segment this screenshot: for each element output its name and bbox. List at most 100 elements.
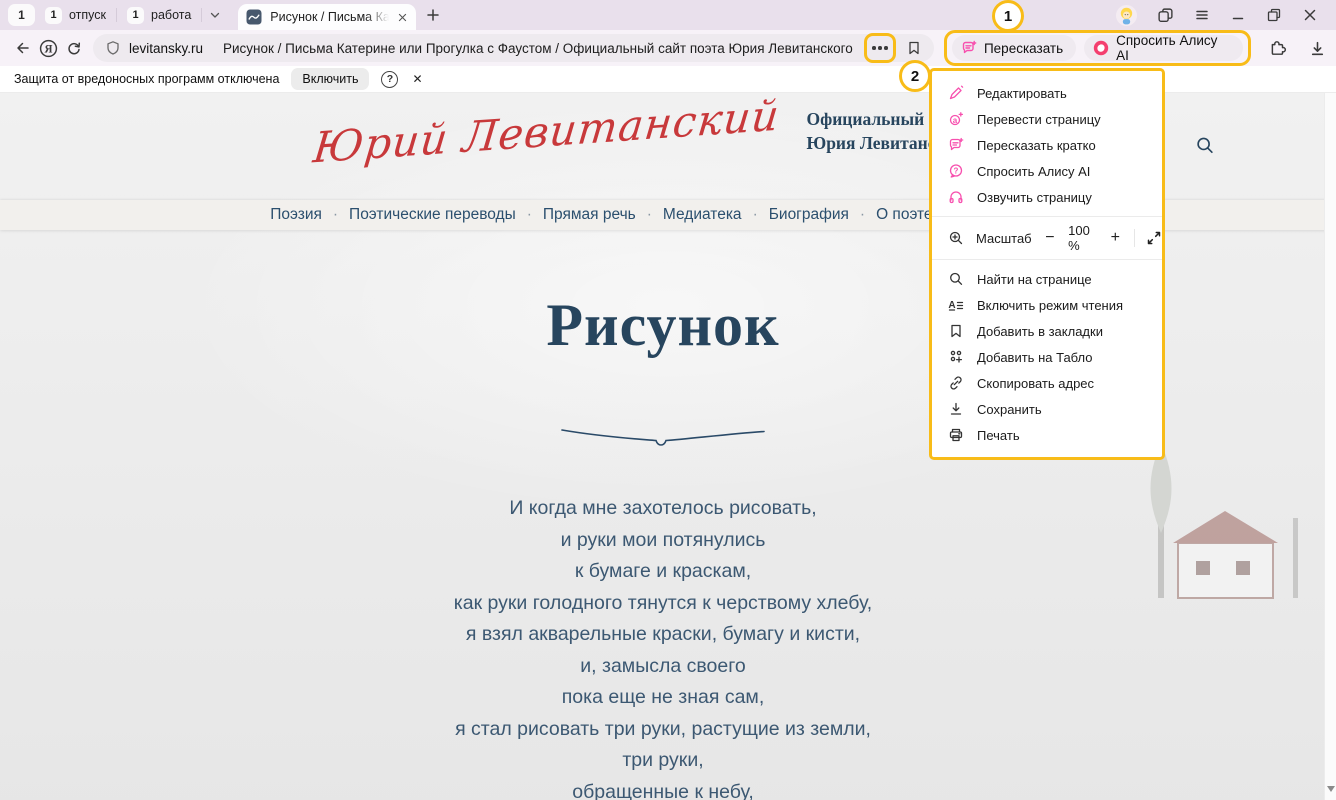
menu-separator — [932, 259, 1162, 260]
poem-line: и руки мои потянулись — [0, 525, 1326, 557]
tab-group-rabota[interactable]: 1 работа — [117, 4, 201, 26]
yandex-home-button[interactable]: Я — [36, 35, 62, 61]
site-security-shield-icon[interactable] — [105, 40, 121, 56]
poem-text: И когда мне захотелось рисовать, и руки … — [0, 493, 1326, 800]
refresh-icon — [66, 40, 82, 56]
search-icon — [1194, 135, 1216, 157]
zoom-icon — [948, 230, 964, 246]
summarize-chat-icon — [961, 40, 977, 56]
zoom-out-button[interactable]: − — [1044, 229, 1057, 247]
tablo-grid-icon — [948, 349, 964, 365]
tab-strip: 1 1 отпуск 1 работа Рисунок / Письма Кат… — [0, 0, 1336, 30]
svg-text:а: а — [953, 116, 958, 125]
active-tab-title: Рисунок / Письма Кате — [270, 10, 389, 24]
enable-protection-button[interactable]: Включить — [291, 68, 369, 90]
back-button[interactable] — [10, 35, 36, 61]
divider — [1134, 229, 1135, 247]
help-icon[interactable]: ? — [381, 71, 398, 88]
menu-item-read-aloud[interactable]: Озвучить страницу — [932, 184, 1162, 210]
address-bar[interactable]: levitansky.ru Рисунок / Письма Катерине … — [93, 34, 934, 62]
tab-group-label: отпуск — [69, 8, 106, 22]
save-download-icon — [948, 401, 964, 417]
menu-item-add-to-tablo[interactable]: Добавить на Табло — [932, 344, 1162, 370]
more-dots-icon — [872, 46, 888, 50]
summarize-label: Пересказать — [984, 41, 1063, 56]
tab-close-icon[interactable] — [397, 12, 408, 23]
browser-menu-icon[interactable] — [1194, 7, 1210, 23]
ask-alice-button[interactable]: Спросить Алису AI — [1084, 35, 1243, 61]
warning-text: Защита от вредоносных программ отключена — [14, 72, 279, 86]
poem-line: обращенные к небу, — [0, 777, 1326, 800]
warning-close-icon[interactable]: ✕ — [412, 72, 422, 86]
plus-icon — [425, 7, 441, 23]
menu-item-summarize-briefly[interactable]: Пересказать кратко — [932, 132, 1162, 158]
translate-icon: а — [948, 111, 964, 127]
page-scrollbar[interactable] — [1324, 93, 1336, 800]
callout-annotation-2: 2 — [899, 60, 931, 92]
scroll-down-arrow-icon[interactable] — [1327, 786, 1335, 792]
zoom-level-value: 100 % — [1068, 223, 1097, 253]
nav-item-poeziya[interactable]: Поэзия — [270, 206, 322, 224]
poem-line: я стал рисовать три руки, растущие из зе… — [0, 714, 1326, 746]
menu-item-copy-address[interactable]: Скопировать адрес — [932, 370, 1162, 396]
nav-item-o-poete[interactable]: О поэте — [876, 206, 933, 224]
new-tab-button[interactable] — [420, 2, 446, 28]
site-favicon — [246, 9, 262, 25]
poem-line: И когда мне захотелось рисовать, — [0, 493, 1326, 525]
menu-item-edit[interactable]: Редактировать — [932, 80, 1162, 106]
window-close-icon[interactable] — [1302, 7, 1318, 23]
reader-mode-icon: A — [948, 297, 964, 313]
copy-link-icon — [948, 375, 964, 391]
summarize-button[interactable]: Пересказать — [952, 35, 1076, 61]
poem-line: пока еще не зная сам, — [0, 682, 1326, 714]
summarize-chat-icon — [948, 137, 964, 153]
pinned-tab-chip[interactable]: 1 — [8, 4, 35, 26]
chevron-down-icon — [207, 7, 223, 23]
refresh-button[interactable] — [61, 35, 87, 61]
page-actions-more-button[interactable] — [864, 33, 896, 63]
edit-pencil-icon — [948, 85, 964, 101]
extensions-icon[interactable] — [1269, 39, 1287, 57]
ai-buttons-highlight-group: Пересказать Спросить Алису AI — [944, 30, 1251, 66]
url-page-title: Рисунок / Письма Катерине или Прогулка с… — [223, 41, 853, 56]
fullscreen-icon[interactable] — [1146, 230, 1162, 246]
menu-item-reader-mode[interactable]: A Включить режим чтения — [932, 292, 1162, 318]
ask-alice-chat-icon: ? — [948, 163, 964, 179]
tab-group-count: 1 — [127, 7, 144, 24]
tab-groups-dropdown-button[interactable] — [202, 4, 228, 26]
nav-item-biografiya[interactable]: Биография — [769, 206, 849, 224]
url-host[interactable]: levitansky.ru — [129, 41, 203, 56]
svg-text:Я: Я — [44, 43, 52, 55]
tab-group-count: 1 — [45, 7, 62, 24]
menu-item-find-on-page[interactable]: Найти на странице — [932, 266, 1162, 292]
site-logo-signature[interactable]: Юрий Левитанский — [311, 93, 782, 173]
back-arrow-icon — [15, 40, 31, 56]
profile-avatar[interactable] — [1116, 5, 1137, 26]
add-bookmark-icon[interactable] — [906, 40, 922, 56]
active-tab[interactable]: Рисунок / Письма Кате — [238, 4, 416, 30]
headphones-icon — [948, 189, 964, 205]
site-search-button[interactable] — [1194, 135, 1216, 162]
tab-group-otpusk[interactable]: 1 отпуск — [35, 4, 116, 26]
alice-logo-icon — [1093, 40, 1109, 56]
nav-item-mediateka[interactable]: Медиатека — [663, 206, 742, 224]
window-minimize-icon[interactable] — [1230, 7, 1246, 23]
menu-item-ask-alice[interactable]: ? Спросить Алису AI — [932, 158, 1162, 184]
svg-text:?: ? — [954, 166, 959, 175]
menu-item-translate-page[interactable]: а Перевести страницу — [932, 106, 1162, 132]
menu-item-add-bookmark[interactable]: Добавить в закладки — [932, 318, 1162, 344]
print-icon — [948, 427, 964, 443]
downloads-icon[interactable] — [1309, 40, 1326, 57]
menu-item-print[interactable]: Печать — [932, 422, 1162, 448]
nav-item-perevody[interactable]: Поэтические переводы — [349, 206, 516, 224]
nav-item-pryamaya-rech[interactable]: Прямая речь — [543, 206, 636, 224]
poem-line: я взял акварельные краски, бумагу и кист… — [0, 619, 1326, 651]
window-restore-icon[interactable] — [1266, 7, 1282, 23]
side-panels-icon[interactable] — [1157, 7, 1174, 24]
ask-alice-label: Спросить Алису AI — [1116, 33, 1230, 63]
menu-item-save[interactable]: Сохранить — [932, 396, 1162, 422]
find-icon — [948, 271, 964, 287]
poem-line: и, замысла своего — [0, 651, 1326, 683]
zoom-in-button[interactable]: + — [1109, 229, 1122, 247]
yandex-icon: Я — [39, 39, 58, 58]
